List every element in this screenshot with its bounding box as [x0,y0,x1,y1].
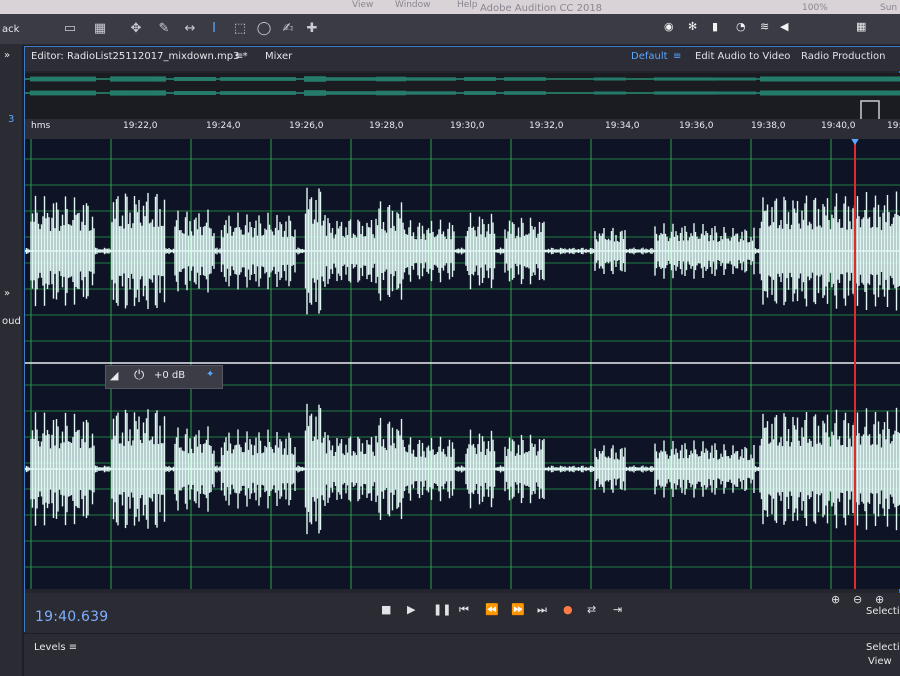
transport-bar: 19:40.639 ■ ▶ ❚❚ ⏮ ⏪ ⏩ ⏭ ● ⇄ ⇥ ⊕ ⊖ ⊕ [25,593,900,633]
levels-label: Levels [34,642,66,653]
spot-healing-icon[interactable]: ✚ [304,21,320,37]
gain-value: +0 dB [154,370,186,381]
loop-button[interactable]: ⇄ [587,603,596,616]
selection-panel-title[interactable]: Selection [866,606,900,617]
forward-button[interactable]: ⏩ [511,603,525,616]
time-selection-tool-icon[interactable]: I [206,21,222,37]
gain-knob-icon[interactable]: ⏻ [134,368,144,383]
spectral-icon[interactable]: ▦ [92,21,108,37]
window-title: Adobe Audition CC 2018 [480,3,603,14]
workspace-radio-production[interactable]: Radio Production [801,51,885,62]
skip-start-button[interactable]: ⏮ [459,603,469,617]
left-panel-label-lower: oud [2,316,21,327]
zoom-in-time-icon[interactable]: ⊕ [875,593,884,606]
eye-icon[interactable]: ◉ [664,20,674,33]
tab-menu-icon[interactable]: ≡ [235,51,243,62]
menubar: View Window Help Adobe Audition CC 2018 … [0,0,900,14]
mixer-tab[interactable]: Mixer [265,51,292,62]
ruler-label: 19:26,0 [289,121,324,131]
pause-button[interactable]: ❚❚ [433,603,451,616]
view-label: View [868,656,892,667]
current-time[interactable]: 19:40.639 [35,609,108,625]
zoom-in-amplitude-icon[interactable]: ⊕ [831,593,840,606]
editor-tab[interactable]: Editor: RadioList25112017_mixdown.mp3 * [31,51,248,62]
ruler-label: 19:28,0 [369,121,404,131]
snowflake-icon[interactable]: ✻ [688,20,697,33]
marquee-tool-icon[interactable]: ⬚ [232,21,248,37]
workspace-default[interactable]: Default [631,51,668,62]
time-ruler[interactable]: hms 19:22,0 19:24,0 19:26,0 19:28,0 19:3… [25,119,900,139]
battery-percent: 100% [802,3,828,13]
ruler-label: 19:40,0 [821,121,856,131]
multitrack-icon[interactable]: ▭ [62,21,78,37]
record-button[interactable]: ● [563,603,573,616]
ruler-unit: hms [31,121,51,131]
stop-button[interactable]: ■ [381,603,391,616]
ruler-label: 19:24,0 [206,121,241,131]
menu-view[interactable]: View [352,0,373,10]
selection-view-label: Selection [866,642,900,653]
razor-tool-icon[interactable]: ✎ [156,21,172,37]
clock-icon[interactable]: ◔ [736,20,746,33]
gain-ramp-icon: ◢ [110,369,119,382]
workspace-menu-icon[interactable]: ≡ [673,51,681,62]
skip-selection-button[interactable]: ⇥ [613,603,622,616]
left-panel: ack 3 oud » » [0,24,22,676]
ruler-label: 19: [887,121,900,131]
collapse-icon-2[interactable]: » [4,288,10,299]
play-button[interactable]: ▶ [407,603,415,616]
lasso-tool-icon[interactable]: ◯ [256,21,272,37]
ruler-label: 19:34,0 [605,121,640,131]
window-icon[interactable]: ▮ [712,20,718,33]
pin-icon[interactable]: ✦ [206,369,214,380]
waveform-display[interactable] [25,139,900,589]
skip-end-button[interactable]: ⏭ [537,603,547,617]
rewind-button[interactable]: ⏪ [485,603,499,616]
bottom-panels: Levels ≡ [24,634,900,676]
toolbar: ▭ ▦ ✥ ✎ ↔ I ⬚ ◯ ✍ ✚ ◉ ✻ ▮ ◔ ≋ ◀ ▦ [0,14,900,45]
wifi-icon[interactable]: ≋ [760,20,769,33]
left-panel-label-top: ack [2,24,20,35]
ruler-label: 19:38,0 [751,121,786,131]
move-tool-icon[interactable]: ✥ [128,21,144,37]
brush-tool-icon[interactable]: ✍ [280,21,296,37]
ruler-label: 19:22,0 [123,121,158,131]
gain-hud[interactable]: ◢ ⏻ +0 dB ✦ [105,365,223,389]
editor-tabbar: Editor: RadioList25112017_mixdown.mp3 * … [25,47,900,71]
levels-panel-title[interactable]: Levels ≡ [34,642,77,653]
flag-icon[interactable]: ▦ [856,20,866,33]
ruler-label: 19:30,0 [450,121,485,131]
collapse-icon[interactable]: » [4,50,10,61]
slip-tool-icon[interactable]: ↔ [182,21,198,37]
workspace-edit-audio-to-video[interactable]: Edit Audio to Video [695,51,790,62]
ruler-label: 19:36,0 [679,121,714,131]
menu-window[interactable]: Window [395,0,431,10]
zoom-out-amplitude-icon[interactable]: ⊖ [853,593,862,606]
volume-icon[interactable]: ◀ [780,20,788,33]
overview-zoom-handle[interactable] [860,100,880,122]
ruler-label: 19:32,0 [529,121,564,131]
menubar-user[interactable]: Sun [880,3,897,13]
left-panel-label-mid: 3 [8,114,15,125]
editor-panel: Editor: RadioList25112017_mixdown.mp3 * … [24,46,900,633]
menu-help[interactable]: Help [457,0,478,10]
